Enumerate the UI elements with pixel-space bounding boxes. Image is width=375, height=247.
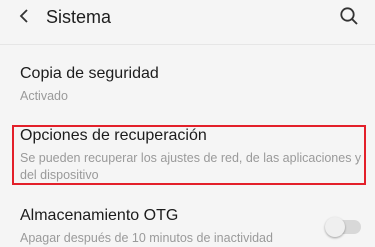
toggle-knob [325,217,345,237]
page-title: Sistema [46,7,112,27]
back-button[interactable] [12,4,36,28]
setting-otg-storage[interactable]: Almacenamiento OTG Apagar después de 10 … [20,206,360,247]
setting-title: Copia de seguridad [20,65,159,82]
setting-subtitle: Activado [20,89,68,103]
setting-title: Almacenamiento OTG [20,207,179,224]
setting-title: Opciones de recuperación [20,127,207,144]
chevron-left-icon [19,9,28,23]
setting-backup[interactable]: Copia de seguridad Activado [20,64,355,105]
setting-subtitle: Se pueden recuperar los ajustes de red, … [20,151,362,182]
top-bar: Sistema [0,0,375,34]
setting-recovery-options[interactable]: Opciones de recuperación Se pueden recup… [20,126,365,184]
search-icon [340,7,358,25]
header-divider [0,44,375,45]
search-button[interactable] [337,4,361,28]
otg-storage-toggle[interactable] [325,217,361,237]
setting-subtitle: Apagar después de 10 minutos de inactivi… [20,231,273,245]
